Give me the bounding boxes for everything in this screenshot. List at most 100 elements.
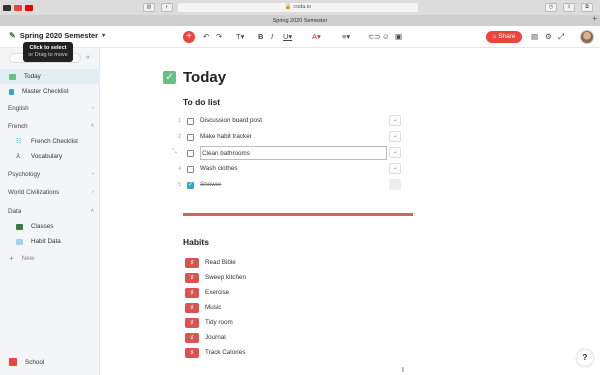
- habit-item[interactable]: ♯ Music: [185, 302, 221, 313]
- history-icon[interactable]: ◷: [545, 3, 557, 12]
- row-number: 5: [178, 182, 181, 188]
- arrow-right-icon[interactable]: →: [389, 115, 401, 126]
- sidebar-item-habit-data[interactable]: Habit Data: [0, 234, 100, 249]
- link-icon[interactable]: ⊂⊃: [368, 32, 381, 41]
- habit-item[interactable]: ♯ Tidy room: [185, 317, 233, 328]
- bold-icon[interactable]: B: [258, 32, 263, 41]
- page-check-icon[interactable]: ✓: [163, 71, 176, 84]
- arrow-button-disabled: [389, 179, 401, 190]
- gear-icon[interactable]: ⚙: [545, 32, 552, 41]
- sidebar-toggle-icon[interactable]: ▥: [143, 3, 155, 12]
- italic-icon[interactable]: I: [271, 32, 273, 41]
- section-label: French: [8, 123, 28, 130]
- doc-title-menu[interactable]: ✎ Spring 2020 Semester ▾: [9, 31, 105, 40]
- undo-icon[interactable]: ↶: [203, 32, 209, 41]
- help-button[interactable]: ?: [577, 350, 593, 366]
- habit-button-icon[interactable]: ♯: [185, 257, 199, 268]
- divider: [183, 213, 413, 216]
- sidebar-item-label: Today: [24, 73, 41, 80]
- page-title[interactable]: Today: [183, 69, 226, 86]
- todo-checkbox-checked[interactable]: ✓: [187, 181, 194, 189]
- chevron-right-icon: ›: [92, 189, 94, 195]
- todo-checkbox[interactable]: [187, 133, 194, 141]
- underline-icon[interactable]: U▾: [283, 32, 292, 41]
- habit-button-icon[interactable]: ♯: [185, 347, 199, 358]
- emoji-icon[interactable]: ☺: [382, 32, 390, 41]
- section-label: Psychology: [8, 171, 41, 178]
- expand-icon[interactable]: ⤢: [558, 32, 564, 42]
- share-page-icon[interactable]: ⇧: [563, 3, 575, 12]
- sidebar-item-classes[interactable]: Classes: [0, 219, 100, 234]
- habit-item[interactable]: ♯ Journal: [185, 332, 226, 343]
- share-label: Share: [498, 33, 516, 40]
- habit-item[interactable]: ♯ Track Calories: [185, 347, 245, 358]
- todo-text[interactable]: Discussion board post: [200, 114, 387, 128]
- active-tab[interactable]: Spring 2020 Semester: [0, 15, 600, 26]
- text-color-icon[interactable]: A▾: [312, 32, 321, 41]
- arrow-right-icon[interactable]: →: [389, 147, 401, 158]
- plus-icon: +: [9, 254, 14, 263]
- workspace-switcher[interactable]: School: [9, 358, 44, 366]
- todo-text[interactable]: Make habit tracker: [200, 130, 387, 144]
- todo-text[interactable]: Wash clothes: [200, 162, 387, 176]
- habit-item[interactable]: ♯ Exercise: [185, 287, 229, 298]
- doc-toolbar: ✎ Spring 2020 Semester ▾ + ↶ ↷ T▾ B I U▾…: [0, 26, 600, 48]
- sidebar-item-vocabulary[interactable]: ⅄ Vocabulary: [0, 149, 100, 164]
- favicon-youtube-icon[interactable]: [25, 4, 33, 11]
- sidebar-item-master-checklist[interactable]: Master Checklist: [0, 84, 100, 99]
- favicon-terminal-icon[interactable]: [3, 4, 11, 11]
- sidebar-section-french[interactable]: French ˄: [8, 123, 94, 130]
- redo-icon[interactable]: ↷: [216, 32, 222, 41]
- todo-checkbox[interactable]: [187, 165, 194, 173]
- share-button[interactable]: ⌂ Share: [486, 31, 522, 43]
- drag-handle-icon[interactable]: ⤡: [172, 149, 177, 156]
- todo-row[interactable]: 2 Make habit tracker →: [173, 130, 413, 144]
- new-tab-icon[interactable]: +: [592, 14, 597, 23]
- comments-icon[interactable]: ▤: [531, 32, 538, 41]
- insert-button[interactable]: +: [183, 31, 195, 43]
- todo-heading[interactable]: To do list: [183, 97, 220, 107]
- row-number: 2: [178, 134, 181, 140]
- habit-button-icon[interactable]: ♯: [185, 287, 199, 298]
- todo-row[interactable]: 5 ✓ Shower: [173, 178, 413, 192]
- shield-icon[interactable]: ◐: [161, 3, 173, 12]
- habit-item[interactable]: ♯ Sweep kitchen: [185, 272, 246, 283]
- todo-row[interactable]: 1 Discussion board post →: [173, 114, 413, 128]
- tab-title: Spring 2020 Semester: [272, 17, 328, 24]
- sidebar-item-french-checklist[interactable]: ☷ French Checklist: [0, 134, 100, 149]
- collapse-sidebar-icon[interactable]: «: [86, 54, 90, 61]
- sidebar-section-data[interactable]: Data ˄: [8, 208, 94, 215]
- align-icon[interactable]: ≡▾: [342, 32, 350, 41]
- habit-button-icon[interactable]: ♯: [185, 302, 199, 313]
- habit-button-icon[interactable]: ♯: [185, 272, 199, 283]
- arrow-right-icon[interactable]: →: [389, 163, 401, 174]
- text-style-icon[interactable]: T▾: [236, 32, 244, 41]
- todo-checkbox[interactable]: [187, 117, 194, 125]
- sidebar-new-button[interactable]: + New: [0, 251, 100, 266]
- habit-button-icon[interactable]: ♯: [185, 317, 199, 328]
- row-number: 4: [178, 166, 181, 172]
- sidebar-item-today[interactable]: Today: [0, 69, 100, 84]
- avatar[interactable]: [580, 30, 594, 44]
- tooltip-title: Click to select: [29, 45, 67, 51]
- habits-heading[interactable]: Habits: [183, 237, 209, 247]
- habit-label: Sweep kitchen: [205, 274, 246, 281]
- todo-checkbox[interactable]: [187, 149, 194, 157]
- sidebar-section-world-civilizations[interactable]: World Civilizations ›: [8, 189, 94, 196]
- arrow-right-icon[interactable]: →: [389, 131, 401, 142]
- todo-row[interactable]: ⤡ 3 Clean bathrooms →: [172, 146, 413, 160]
- new-label: New: [21, 255, 35, 262]
- comment-box-icon[interactable]: ▣: [395, 32, 402, 41]
- sidebar-section-psychology[interactable]: Psychology ›: [8, 171, 94, 178]
- habit-label: Track Calories: [205, 349, 246, 356]
- tabs-overview-icon[interactable]: ⧉: [581, 3, 593, 12]
- todo-text-editing[interactable]: Clean bathrooms: [200, 146, 387, 160]
- todo-row[interactable]: 4 Wash clothes →: [173, 162, 413, 176]
- favicon-gmail-icon[interactable]: [14, 4, 22, 11]
- todo-text[interactable]: Shower: [200, 178, 387, 192]
- sidebar-section-english[interactable]: English ›: [8, 105, 94, 112]
- table-icon: [16, 238, 23, 245]
- habit-item[interactable]: ♯ Read Bible: [185, 257, 236, 268]
- address-bar[interactable]: 🔒 coda.io: [178, 3, 418, 12]
- habit-button-icon[interactable]: ♯: [185, 332, 199, 343]
